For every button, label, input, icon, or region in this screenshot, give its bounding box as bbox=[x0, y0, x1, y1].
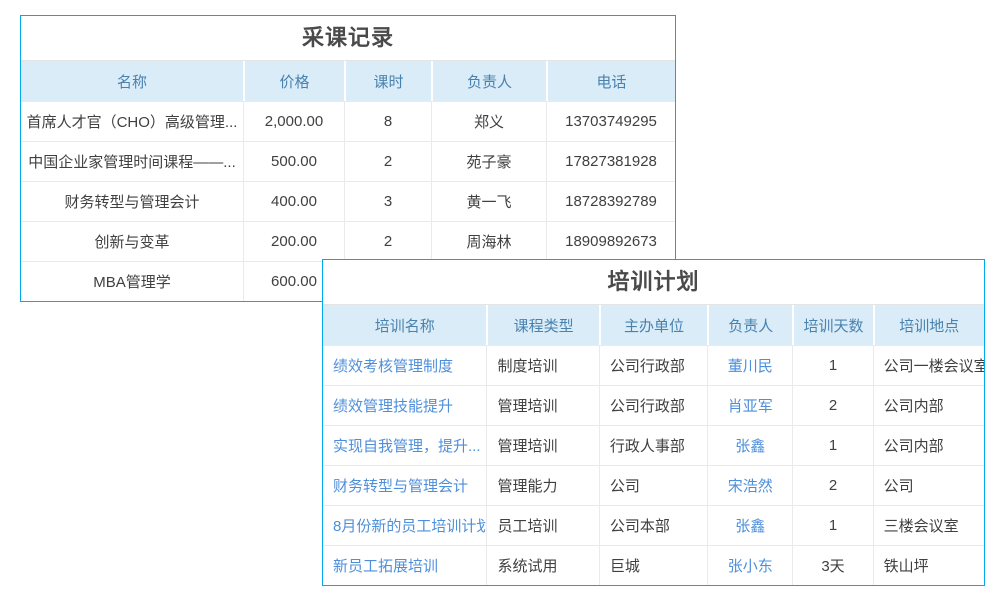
column-header: 电话 bbox=[546, 61, 675, 101]
table-cell: 行政人事部 bbox=[599, 425, 707, 465]
table-cell: 三楼会议室 bbox=[873, 505, 984, 545]
training-table-title: 培训计划 bbox=[323, 260, 984, 305]
table-cell: 管理培训 bbox=[486, 425, 598, 465]
table-cell: 2 bbox=[344, 221, 431, 261]
table-cell: 巨城 bbox=[599, 545, 707, 585]
table-cell: 公司内部 bbox=[873, 385, 984, 425]
link-cell[interactable]: 财务转型与管理会计 bbox=[323, 465, 486, 505]
column-header: 培训地点 bbox=[873, 305, 984, 345]
table-cell: 2 bbox=[792, 465, 872, 505]
table-cell: 公司本部 bbox=[599, 505, 707, 545]
table-cell: 400.00 bbox=[243, 181, 344, 221]
table-cell: 公司行政部 bbox=[599, 345, 707, 385]
column-header: 主办单位 bbox=[599, 305, 707, 345]
table-cell: 公司一楼会议室 bbox=[873, 345, 984, 385]
table-cell: 管理培训 bbox=[486, 385, 598, 425]
table-cell: 500.00 bbox=[243, 141, 344, 181]
table-cell: 员工培训 bbox=[486, 505, 598, 545]
table-cell: 3 bbox=[344, 181, 431, 221]
table-cell: 制度培训 bbox=[486, 345, 598, 385]
table-cell: 铁山坪 bbox=[873, 545, 984, 585]
table-cell: 17827381928 bbox=[546, 141, 675, 181]
table-cell: 创新与变革 bbox=[21, 221, 243, 261]
column-header: 价格 bbox=[243, 61, 344, 101]
link-cell[interactable]: 8月份新的员工培训计划 bbox=[323, 505, 486, 545]
table-cell: MBA管理学 bbox=[21, 261, 243, 301]
table-row: 创新与变革200.002周海林18909892673 bbox=[21, 221, 675, 261]
table-cell: 公司内部 bbox=[873, 425, 984, 465]
table-cell: 中国企业家管理时间课程——... bbox=[21, 141, 243, 181]
table-row: 首席人才官（CHO）高级管理...2,000.008郑义13703749295 bbox=[21, 101, 675, 141]
table-cell: 8 bbox=[344, 101, 431, 141]
column-header: 名称 bbox=[21, 61, 243, 101]
link-cell[interactable]: 张鑫 bbox=[707, 425, 792, 465]
table-row: 中国企业家管理时间课程——...500.002苑子豪17827381928 bbox=[21, 141, 675, 181]
column-header: 培训天数 bbox=[792, 305, 872, 345]
column-header: 课时 bbox=[344, 61, 431, 101]
link-cell[interactable]: 绩效管理技能提升 bbox=[323, 385, 486, 425]
table-row: 财务转型与管理会计管理能力公司宋浩然2公司 bbox=[323, 465, 984, 505]
table-cell: 13703749295 bbox=[546, 101, 675, 141]
table-cell: 周海林 bbox=[431, 221, 546, 261]
table-cell: 黄一飞 bbox=[431, 181, 546, 221]
table-row: 绩效考核管理制度制度培训公司行政部董川民1公司一楼会议室 bbox=[323, 345, 984, 385]
table-cell: 1 bbox=[792, 425, 872, 465]
column-header: 培训名称 bbox=[323, 305, 486, 345]
table-row: 财务转型与管理会计400.003黄一飞18728392789 bbox=[21, 181, 675, 221]
link-cell[interactable]: 新员工拓展培训 bbox=[323, 545, 486, 585]
table-cell: 苑子豪 bbox=[431, 141, 546, 181]
link-cell[interactable]: 宋浩然 bbox=[707, 465, 792, 505]
table-cell: 18728392789 bbox=[546, 181, 675, 221]
table-cell: 首席人才官（CHO）高级管理... bbox=[21, 101, 243, 141]
link-cell[interactable]: 张小东 bbox=[707, 545, 792, 585]
table-row: 新员工拓展培训系统试用巨城张小东3天铁山坪 bbox=[323, 545, 984, 585]
column-header: 负责人 bbox=[431, 61, 546, 101]
table-cell: 18909892673 bbox=[546, 221, 675, 261]
table-cell: 管理能力 bbox=[486, 465, 598, 505]
purchase-table-title: 采课记录 bbox=[21, 16, 675, 61]
table-row: 8月份新的员工培训计划员工培训公司本部张鑫1三楼会议室 bbox=[323, 505, 984, 545]
table-cell: 公司 bbox=[873, 465, 984, 505]
training-plan-card: 培训计划 培训名称课程类型主办单位负责人培训天数培训地点绩效考核管理制度制度培训… bbox=[322, 259, 985, 586]
training-table: 培训名称课程类型主办单位负责人培训天数培训地点绩效考核管理制度制度培训公司行政部… bbox=[323, 305, 984, 585]
column-header: 课程类型 bbox=[486, 305, 598, 345]
table-cell: 200.00 bbox=[243, 221, 344, 261]
header-row: 名称价格课时负责人电话 bbox=[21, 61, 675, 101]
table-cell: 1 bbox=[792, 505, 872, 545]
header-row: 培训名称课程类型主办单位负责人培训天数培训地点 bbox=[323, 305, 984, 345]
link-cell[interactable]: 实现自我管理，提升... bbox=[323, 425, 486, 465]
link-cell[interactable]: 张鑫 bbox=[707, 505, 792, 545]
table-row: 绩效管理技能提升管理培训公司行政部肖亚军2公司内部 bbox=[323, 385, 984, 425]
table-cell: 1 bbox=[792, 345, 872, 385]
column-header: 负责人 bbox=[707, 305, 792, 345]
table-row: 实现自我管理，提升...管理培训行政人事部张鑫1公司内部 bbox=[323, 425, 984, 465]
table-cell: 公司 bbox=[599, 465, 707, 505]
link-cell[interactable]: 绩效考核管理制度 bbox=[323, 345, 486, 385]
table-cell: 郑义 bbox=[431, 101, 546, 141]
table-cell: 系统试用 bbox=[486, 545, 598, 585]
link-cell[interactable]: 肖亚军 bbox=[707, 385, 792, 425]
link-cell[interactable]: 董川民 bbox=[707, 345, 792, 385]
table-cell: 2 bbox=[792, 385, 872, 425]
table-cell: 2,000.00 bbox=[243, 101, 344, 141]
table-cell: 3天 bbox=[792, 545, 872, 585]
table-cell: 公司行政部 bbox=[599, 385, 707, 425]
table-cell: 2 bbox=[344, 141, 431, 181]
table-cell: 财务转型与管理会计 bbox=[21, 181, 243, 221]
